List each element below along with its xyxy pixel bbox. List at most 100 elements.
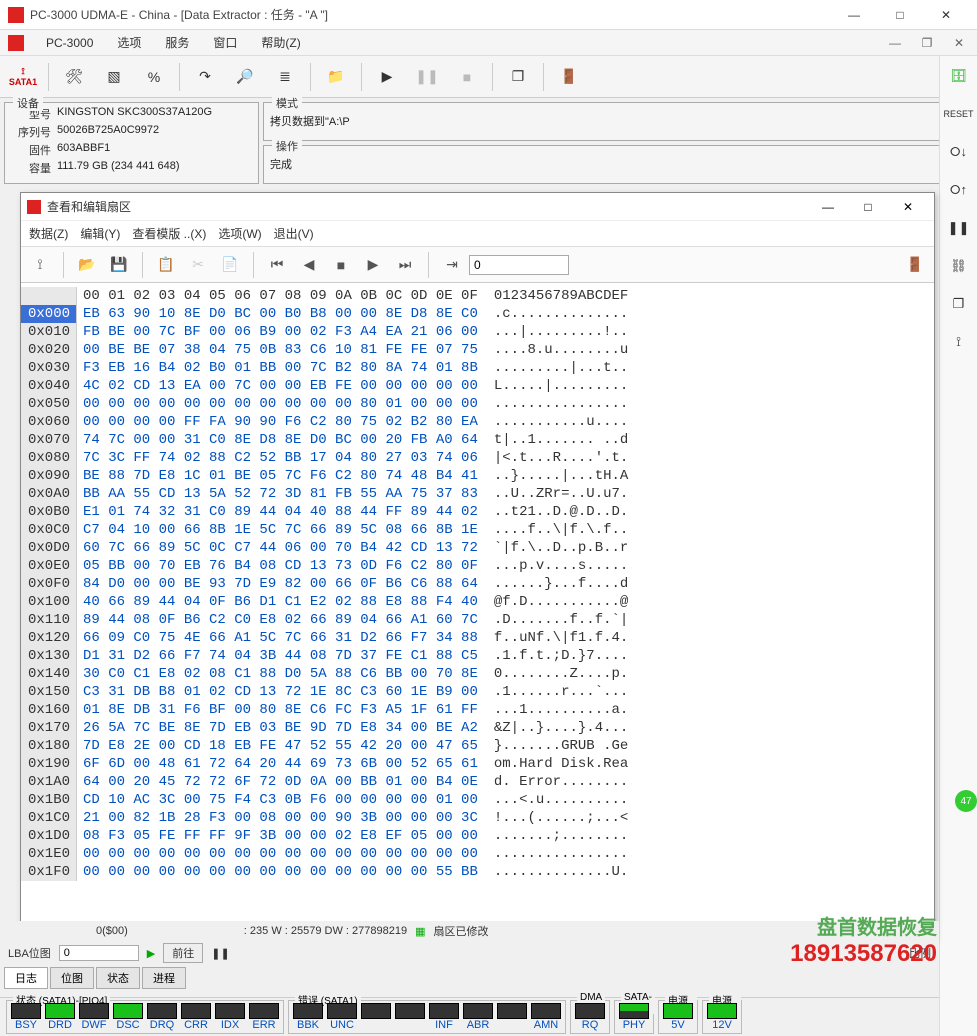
tools-button[interactable]: 🛠 [55, 59, 93, 95]
hex-row[interactable]: 0x05000 00 00 00 00 00 00 00 00 00 00 80… [21, 395, 934, 413]
led-label: DSC [113, 1019, 143, 1031]
reset-icon[interactable]: RESET [945, 100, 973, 128]
tab-process[interactable]: 进程 [142, 967, 186, 989]
mdi-restore[interactable]: ❐ [917, 36, 937, 50]
hex-row[interactable]: 0x17026 5A 7C BE 8E 7D EB 03 BE 9D 7D E8… [21, 719, 934, 737]
sector-menu-template[interactable]: 查看模版 ..(X) [132, 225, 206, 242]
last-icon[interactable]: ⏭ [390, 250, 420, 280]
exit-icon[interactable]: 🚪 [900, 250, 930, 280]
led-label [497, 1019, 527, 1031]
tab-log[interactable]: 日志 [4, 967, 48, 989]
hex-row[interactable]: 0x10040 66 89 44 04 0F B6 D1 C1 E2 02 88… [21, 593, 934, 611]
hex-row[interactable]: 0x07074 7C 00 00 31 C0 8E D8 8E D0 BC 00… [21, 431, 934, 449]
mdi-minimize[interactable]: — [885, 36, 905, 50]
go-button[interactable]: 前往 [163, 943, 203, 963]
goto-input[interactable] [469, 255, 569, 275]
pause-button[interactable]: ❚❚ [408, 59, 446, 95]
first-icon[interactable]: ⏮ [262, 250, 292, 280]
sector-close[interactable]: ✕ [888, 193, 928, 221]
right-toolbar: 🗄 RESET ⭘↓ ⭘↑ ❚❚ ⛓ ❐ ⟟ [939, 56, 977, 1036]
sector-minimize[interactable]: — [808, 193, 848, 221]
menu-service[interactable]: 服务 [159, 32, 195, 53]
maximize-button[interactable]: □ [877, 0, 923, 30]
save-icon[interactable]: 💾 [104, 250, 134, 280]
hex-row[interactable]: 0x0A0BB AA 55 CD 13 5A 52 72 3D 81 FB 55… [21, 485, 934, 503]
sector-menu-edit[interactable]: 编辑(Y) [80, 225, 120, 242]
hex-row[interactable]: 0x11089 44 08 0F B6 C2 C0 E8 02 66 89 04… [21, 611, 934, 629]
copy-icon[interactable]: 📋 [151, 250, 181, 280]
power-0-icon[interactable]: ⭘↓ [945, 138, 973, 166]
chip-button[interactable]: ▧ [95, 59, 133, 95]
chain-icon[interactable]: ⛓ [945, 252, 973, 280]
led-icon [327, 1003, 357, 1019]
folder-button[interactable]: 📁 [317, 59, 355, 95]
hex-row[interactable]: 0x030F3 EB 16 B4 02 B0 01 BB 00 7C B2 80… [21, 359, 934, 377]
led-icon [531, 1003, 561, 1019]
close-button[interactable]: ✕ [923, 0, 969, 30]
hex-row[interactable]: 0x0C0C7 04 10 00 66 8B 1E 5C 7C 66 89 5C… [21, 521, 934, 539]
menu-help[interactable]: 帮助(Z) [255, 32, 306, 53]
hex-row[interactable]: 0x1906F 6D 00 48 61 72 64 20 44 69 73 6B… [21, 755, 934, 773]
sata-button[interactable]: ⟟SATA1 [4, 59, 42, 95]
hex-row[interactable]: 0x0404C 02 CD 13 EA 00 7C 00 00 EB FE 00… [21, 377, 934, 395]
search-button[interactable]: 🔎 [226, 59, 264, 95]
copy-button[interactable]: ❐ [499, 59, 537, 95]
open-icon[interactable]: 📂 [72, 250, 102, 280]
goto-icon[interactable]: ⇥ [437, 250, 467, 280]
export-button[interactable]: ↷ [186, 59, 224, 95]
hex-row[interactable]: 0x1D008 F3 05 FE FF FF 9F 3B 00 00 02 E8… [21, 827, 934, 845]
hex-row[interactable]: 0x1E000 00 00 00 00 00 00 00 00 00 00 00… [21, 845, 934, 863]
hex-row[interactable]: 0x06000 00 00 00 FF FA 90 90 F6 C2 80 75… [21, 413, 934, 431]
hex-row[interactable]: 0x16001 8E DB 31 F6 BF 00 80 8E C6 FC F3… [21, 701, 934, 719]
hex-row[interactable]: 0x0D060 7C 66 89 5C 0C C7 44 06 00 70 B4… [21, 539, 934, 557]
prev-icon[interactable]: ◀ [294, 250, 324, 280]
pause-icon[interactable]: ❚❚ [945, 214, 973, 242]
hex-row[interactable]: 0x1F000 00 00 00 00 00 00 00 00 00 00 00… [21, 863, 934, 881]
menu-window[interactable]: 窗口 [207, 32, 243, 53]
hex-row[interactable]: 0x150C3 31 DB B8 01 02 CD 13 72 1E 8C C3… [21, 683, 934, 701]
tab-bitmap[interactable]: 位图 [50, 967, 94, 989]
hex-row[interactable]: 0x000EB 63 90 10 8E D0 BC 00 B0 B8 00 00… [21, 305, 934, 323]
db-icon[interactable]: 🗄 [945, 62, 973, 90]
hex-row[interactable]: 0x1807D E8 2E 00 CD 18 EB FE 47 52 55 42… [21, 737, 934, 755]
cut-icon[interactable]: ✂ [183, 250, 213, 280]
sector-menu-exit[interactable]: 退出(V) [274, 225, 314, 242]
slider-icon[interactable]: ⟟ [945, 328, 973, 356]
stop-icon[interactable]: ■ [326, 250, 356, 280]
hex-row[interactable]: 0x130D1 31 D2 66 F7 74 04 3B 44 08 7D 37… [21, 647, 934, 665]
sector-menu-options[interactable]: 选项(W) [218, 225, 261, 242]
tab-status[interactable]: 状态 [96, 967, 140, 989]
hex-row[interactable]: 0x0807C 3C FF 74 02 88 C2 52 BB 17 04 80… [21, 449, 934, 467]
hex-row[interactable]: 0x1B0CD 10 AC 3C 00 75 F4 C3 0B F6 00 00… [21, 791, 934, 809]
paste-icon[interactable]: 📄 [215, 250, 245, 280]
hex-row[interactable]: 0x0F084 D0 00 00 BE 93 7D E9 82 00 66 0F… [21, 575, 934, 593]
hex-view[interactable]: 00 01 02 03 04 05 06 07 08 09 0A 0B 0C 0… [21, 283, 934, 939]
menu-options[interactable]: 选项 [111, 32, 147, 53]
layers-icon[interactable]: ❐ [945, 290, 973, 318]
hex-row[interactable]: 0x0E005 BB 00 70 EB 76 B4 08 CD 13 73 0D… [21, 557, 934, 575]
next-icon[interactable]: ▶ [358, 250, 388, 280]
menu-pc3000[interactable]: PC-3000 [40, 34, 99, 52]
hex-row[interactable]: 0x1A064 00 20 45 72 72 6F 72 0D 0A 00 BB… [21, 773, 934, 791]
led-icon [79, 1003, 109, 1019]
sata-icon[interactable]: ⟟ [25, 250, 55, 280]
hex-row[interactable]: 0x0B0E1 01 74 32 31 C0 89 44 04 40 88 44… [21, 503, 934, 521]
hex-row[interactable]: 0x090BE 88 7D E8 1C 01 BE 05 7C F6 C2 80… [21, 467, 934, 485]
window-title: PC-3000 UDMA-E - China - [Data Extractor… [30, 6, 831, 23]
hex-row[interactable]: 0x14030 C0 C1 E8 02 08 C1 88 D0 5A 88 C6… [21, 665, 934, 683]
minimize-button[interactable]: — [831, 0, 877, 30]
hex-row[interactable]: 0x1C021 00 82 1B 28 F3 00 08 00 00 90 3B… [21, 809, 934, 827]
stop-button[interactable]: ■ [448, 59, 486, 95]
list-button[interactable]: ≣ [266, 59, 304, 95]
lba-input[interactable] [59, 945, 139, 961]
sector-maximize[interactable]: □ [848, 193, 888, 221]
mdi-close[interactable]: ✕ [949, 36, 969, 50]
sector-menu-data[interactable]: 数据(Z) [29, 225, 68, 242]
hex-row[interactable]: 0x02000 BE BE 07 38 04 75 0B 83 C6 10 81… [21, 341, 934, 359]
exit-icon[interactable]: 🚪 [550, 59, 588, 95]
percent-button[interactable]: % [135, 59, 173, 95]
play-button[interactable]: ▶ [368, 59, 406, 95]
hex-row[interactable]: 0x010FB BE 00 7C BF 00 06 B9 00 02 F3 A4… [21, 323, 934, 341]
power-1-icon[interactable]: ⭘↑ [945, 176, 973, 204]
hex-row[interactable]: 0x12066 09 C0 75 4E 66 A1 5C 7C 66 31 D2… [21, 629, 934, 647]
